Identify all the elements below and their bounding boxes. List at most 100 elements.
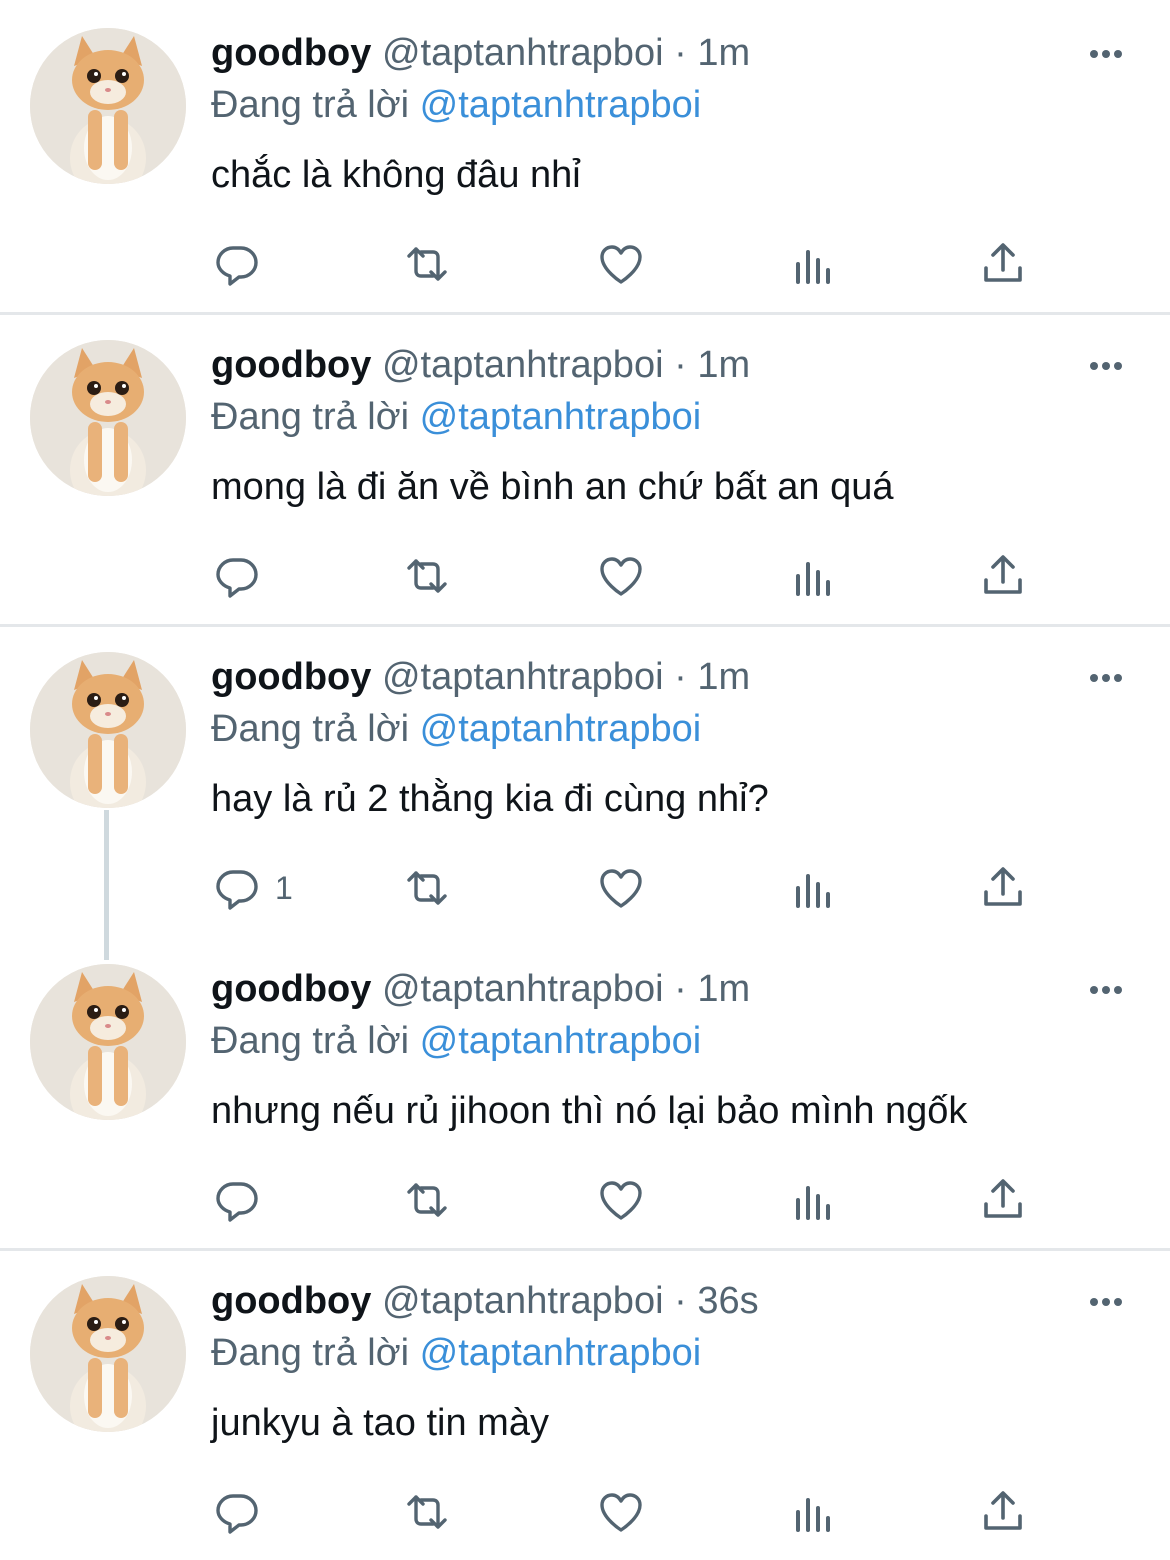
avatar[interactable] xyxy=(30,28,186,184)
reply-icon xyxy=(216,1494,258,1534)
user-handle[interactable]: @taptanhtrapboi xyxy=(382,344,664,386)
display-name[interactable]: goodboy xyxy=(211,1280,371,1322)
avatar[interactable] xyxy=(30,964,186,1120)
reply-button[interactable] xyxy=(213,1484,275,1540)
share-icon xyxy=(984,555,1022,594)
replying-to-label: Đang trả lời xyxy=(211,396,410,438)
share-button[interactable] xyxy=(979,548,1027,604)
reply-mention[interactable]: @taptanhtrapboi xyxy=(420,1332,702,1374)
tweet-header: goodboy @taptanhtrapboi · 1m xyxy=(211,30,750,76)
timestamp[interactable]: 36s xyxy=(697,1280,758,1322)
like-button[interactable] xyxy=(597,548,645,604)
timestamp[interactable]: 1m xyxy=(697,968,750,1010)
reply-mention[interactable]: @taptanhtrapboi xyxy=(420,708,702,750)
tweet[interactable]: goodboy @taptanhtrapboi · 1m Đang trả lờ… xyxy=(0,936,1170,1248)
like-button[interactable] xyxy=(597,236,645,292)
avatar[interactable] xyxy=(30,340,186,496)
share-icon xyxy=(984,243,1022,282)
replying-to-label: Đang trả lời xyxy=(211,1332,410,1374)
reply-button[interactable] xyxy=(213,236,275,292)
retweet-icon xyxy=(407,1183,447,1217)
user-handle[interactable]: @taptanhtrapboi xyxy=(382,1280,664,1322)
tweet-header: goodboy @taptanhtrapboi · 36s xyxy=(211,1278,759,1324)
action-bar xyxy=(211,1484,1041,1540)
reply-mention[interactable]: @taptanhtrapboi xyxy=(420,1020,702,1062)
display-name[interactable]: goodboy xyxy=(211,32,371,74)
share-button[interactable] xyxy=(979,860,1027,916)
reply-button[interactable]: 1 xyxy=(213,860,293,916)
tweet-text: mong là đi ăn về bình an chứ bất an quá xyxy=(211,466,894,508)
views-icon xyxy=(796,1186,830,1220)
replying-to: Đang trả lời @taptanhtrapboi xyxy=(211,706,701,752)
cat-avatar-icon xyxy=(30,964,186,1120)
like-button[interactable] xyxy=(597,1484,645,1540)
timestamp[interactable]: 1m xyxy=(697,32,750,74)
replying-to-label: Đang trả lời xyxy=(211,1020,410,1062)
timestamp[interactable]: 1m xyxy=(697,344,750,386)
views-icon xyxy=(796,250,830,284)
more-icon[interactable] xyxy=(1086,346,1126,386)
tweet[interactable]: goodboy @taptanhtrapboi · 1m Đang trả lờ… xyxy=(0,0,1170,312)
share-icon xyxy=(984,867,1022,906)
display-name[interactable]: goodboy xyxy=(211,344,371,386)
timestamp[interactable]: 1m xyxy=(697,656,750,698)
retweet-button[interactable] xyxy=(403,548,451,604)
more-icon[interactable] xyxy=(1086,1282,1126,1322)
like-icon xyxy=(600,557,642,596)
like-icon xyxy=(600,1493,642,1532)
user-handle[interactable]: @taptanhtrapboi xyxy=(382,32,664,74)
retweet-icon xyxy=(407,559,447,593)
more-icon[interactable] xyxy=(1086,658,1126,698)
replying-to: Đang trả lời @taptanhtrapboi xyxy=(211,82,701,128)
views-icon xyxy=(796,562,830,596)
views-button[interactable] xyxy=(789,236,837,292)
display-name[interactable]: goodboy xyxy=(211,656,371,698)
share-button[interactable] xyxy=(979,236,1027,292)
retweet-button[interactable] xyxy=(403,1172,451,1228)
tweet-text: nhưng nếu rủ jihoon thì nó lại bảo mình … xyxy=(211,1090,968,1132)
like-button[interactable] xyxy=(597,1172,645,1228)
user-handle[interactable]: @taptanhtrapboi xyxy=(382,656,664,698)
cat-avatar-icon xyxy=(30,652,186,808)
action-bar xyxy=(211,548,1041,604)
share-button[interactable] xyxy=(979,1484,1027,1540)
reply-button[interactable] xyxy=(213,548,275,604)
views-button[interactable] xyxy=(789,1172,837,1228)
separator: · xyxy=(674,1280,687,1322)
separator: · xyxy=(674,656,687,698)
tweet[interactable]: goodboy @taptanhtrapboi · 36s Đang trả l… xyxy=(0,1248,1170,1560)
replying-to: Đang trả lời @taptanhtrapboi xyxy=(211,1330,701,1376)
like-icon xyxy=(600,245,642,284)
reply-icon xyxy=(216,246,258,286)
like-icon xyxy=(600,869,642,908)
display-name[interactable]: goodboy xyxy=(211,968,371,1010)
views-button[interactable] xyxy=(789,860,837,916)
reply-button[interactable] xyxy=(213,1172,275,1228)
tweet-text: junkyu à tao tin mày xyxy=(211,1402,549,1444)
avatar[interactable] xyxy=(30,652,186,808)
retweet-button[interactable] xyxy=(403,860,451,916)
reply-count: 1 xyxy=(275,869,293,906)
retweet-button[interactable] xyxy=(403,1484,451,1540)
more-icon[interactable] xyxy=(1086,970,1126,1010)
avatar[interactable] xyxy=(30,1276,186,1432)
reply-mention[interactable]: @taptanhtrapboi xyxy=(420,84,702,126)
views-button[interactable] xyxy=(789,1484,837,1540)
tweet-text: hay là rủ 2 thằng kia đi cùng nhỉ? xyxy=(211,778,769,820)
views-icon xyxy=(796,874,830,908)
share-button[interactable] xyxy=(979,1172,1027,1228)
like-button[interactable] xyxy=(597,860,645,916)
more-icon[interactable] xyxy=(1086,34,1126,74)
views-button[interactable] xyxy=(789,548,837,604)
views-icon xyxy=(796,1498,830,1532)
user-handle[interactable]: @taptanhtrapboi xyxy=(382,968,664,1010)
retweet-icon xyxy=(407,247,447,281)
retweet-button[interactable] xyxy=(403,236,451,292)
separator: · xyxy=(674,344,687,386)
reply-mention[interactable]: @taptanhtrapboi xyxy=(420,396,702,438)
cat-avatar-icon xyxy=(30,340,186,496)
tweet[interactable]: goodboy @taptanhtrapboi · 1m Đang trả lờ… xyxy=(0,624,1170,936)
tweet-header: goodboy @taptanhtrapboi · 1m xyxy=(211,966,750,1012)
tweet[interactable]: goodboy @taptanhtrapboi · 1m Đang trả lờ… xyxy=(0,312,1170,624)
action-bar xyxy=(211,236,1041,292)
